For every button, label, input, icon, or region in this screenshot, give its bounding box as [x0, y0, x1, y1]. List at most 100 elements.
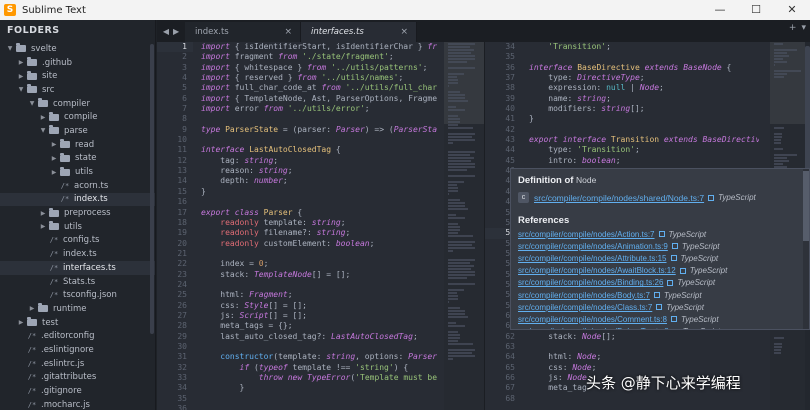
folder-item[interactable]: ▶ utils — [0, 165, 155, 179]
file-item[interactable]: /* index.ts — [0, 247, 155, 261]
file-item[interactable]: /* index.ts — [0, 192, 155, 207]
reference-link[interactable]: src/compiler/compile/nodes/Body.ts:7 — [518, 291, 650, 300]
tab-close-icon[interactable]: × — [400, 27, 408, 37]
code-line[interactable]: stack: TemplateNode[] = []; — [201, 270, 441, 280]
code-line[interactable]: index = 0; — [201, 259, 441, 269]
code-line[interactable]: import { isIdentifierStart, isIdentifier… — [201, 42, 441, 52]
code-line[interactable]: type ParserState = (parser: Parser) => (… — [201, 125, 441, 135]
open-file-icon[interactable] — [658, 231, 665, 238]
reference-link[interactable]: src/compiler/compile/nodes/Attribute.ts:… — [518, 254, 667, 263]
folder-item[interactable]: ▶ test — [0, 316, 155, 330]
code-line[interactable]: type: DirectiveType; — [529, 73, 759, 83]
open-file-icon[interactable] — [656, 304, 663, 311]
minimap[interactable] — [444, 42, 484, 410]
reference-link[interactable]: src/compiler/compile/nodes/Animation.ts:… — [518, 242, 668, 251]
code-line[interactable]: name: string; — [529, 94, 759, 104]
code-line[interactable]: html: Fragment; — [201, 290, 441, 300]
reference-link[interactable]: src/compiler/compile/nodes/Comment.ts:8 — [518, 315, 667, 324]
open-file-icon[interactable] — [653, 292, 660, 299]
code-line[interactable]: if (typeof template !== 'string') { — [201, 363, 441, 373]
open-file-icon[interactable] — [672, 328, 679, 329]
folder-item[interactable]: ▶ compile — [0, 110, 155, 124]
code-line[interactable]: import { TemplateNode, Ast, ParserOption… — [201, 94, 441, 104]
file-item[interactable]: /* .editorconfig — [0, 329, 155, 343]
folder-item[interactable]: ▶ state — [0, 152, 155, 166]
folder-item[interactable]: ▼ parse — [0, 124, 155, 138]
tab-interfaces-ts[interactable]: interfaces.ts × — [301, 22, 417, 42]
file-item[interactable]: /* .gitattributes — [0, 371, 155, 385]
close-button[interactable]: ✕ — [774, 0, 810, 20]
code-line[interactable] — [201, 249, 441, 259]
open-file-icon[interactable] — [670, 316, 677, 323]
code-line[interactable] — [529, 52, 759, 62]
tab-menu-icon[interactable]: ▾ — [801, 23, 806, 33]
file-item[interactable]: /* config.ts — [0, 234, 155, 248]
new-tab-icon[interactable]: + — [789, 23, 797, 33]
tab-prev-icon[interactable]: ◀ — [163, 27, 169, 36]
code-line[interactable]: js: Script[] = []; — [201, 311, 441, 321]
code-line[interactable]: } — [201, 383, 441, 393]
maximize-button[interactable]: ☐ — [738, 0, 774, 20]
code-line[interactable]: readonly template: string; — [201, 218, 441, 228]
scrollbar-thumb[interactable] — [803, 171, 809, 241]
chevron-down-icon[interactable]: ▼ — [6, 45, 14, 52]
code-line[interactable]: html: Node; — [529, 352, 759, 362]
editor-pane-left[interactable]: 1 2 3 4 5 6 7 8 9 10 11 12 13 14 15 16 17 18 19 20 21 22 23 24 2… — [157, 42, 484, 410]
code-line[interactable] — [201, 280, 441, 290]
code-line[interactable] — [201, 197, 441, 207]
chevron-down-icon[interactable]: ▼ — [17, 86, 25, 93]
code-line[interactable]: } — [529, 114, 759, 124]
code-line[interactable]: last_auto_closed_tag?: LastAutoClosedTag… — [201, 332, 441, 342]
code-line[interactable]: } — [201, 187, 441, 197]
chevron-right-icon[interactable]: ▶ — [17, 73, 25, 80]
code-line[interactable]: stack: Node[]; — [529, 332, 759, 342]
chevron-right-icon[interactable]: ▶ — [39, 223, 47, 230]
folder-item[interactable]: ▶ .github — [0, 56, 155, 70]
code-line[interactable]: depth: number; — [201, 176, 441, 186]
code-area[interactable]: import { isIdentifierStart, isIdentifier… — [201, 42, 441, 410]
code-line[interactable] — [529, 342, 759, 352]
code-line[interactable] — [529, 125, 759, 135]
code-line[interactable] — [201, 342, 441, 352]
definition-link[interactable]: src/compiler/compile/nodes/shared/Node.t… — [534, 193, 704, 203]
folder-item[interactable]: ▶ site — [0, 69, 155, 83]
code-line[interactable]: readonly filename?: string; — [201, 228, 441, 238]
code-line[interactable]: throw new TypeError('Template must be — [201, 373, 441, 383]
file-item[interactable]: /* .gitignore — [0, 384, 155, 398]
code-line[interactable]: import { reserved } from '../utils/names… — [201, 73, 441, 83]
code-line[interactable] — [201, 114, 441, 124]
reference-link[interactable]: src/compiler/compile/nodes/AwaitBlock.ts… — [518, 266, 676, 275]
file-item[interactable]: /* .eslintrc.js — [0, 357, 155, 371]
folder-item[interactable]: ▶ preprocess — [0, 206, 155, 220]
code-line[interactable]: interface LastAutoClosedTag { — [201, 145, 441, 155]
minimize-button[interactable]: — — [702, 0, 738, 20]
file-item[interactable]: /* acorn.ts — [0, 179, 155, 193]
chevron-right-icon[interactable]: ▶ — [50, 155, 58, 162]
reference-link[interactable]: src/compiler/compile/nodes/Action.ts:7 — [518, 230, 655, 239]
file-item[interactable]: /* .eslintignore — [0, 343, 155, 357]
folder-item[interactable]: ▶ utils — [0, 220, 155, 234]
open-file-icon[interactable] — [679, 267, 686, 274]
folder-item[interactable]: ▼ compiler — [0, 97, 155, 111]
code-line[interactable]: export class Parser { — [201, 208, 441, 218]
code-line[interactable]: expression: null | Node; — [529, 83, 759, 93]
folder-item[interactable]: ▼ src — [0, 83, 155, 97]
chevron-right-icon[interactable]: ▶ — [50, 169, 58, 176]
code-line[interactable]: export interface Transition extends Base… — [529, 135, 759, 145]
code-line[interactable] — [201, 135, 441, 145]
code-line[interactable]: reason: string; — [201, 166, 441, 176]
open-file-icon[interactable] — [708, 194, 715, 201]
code-line[interactable]: css: Style[] = []; — [201, 301, 441, 311]
chevron-right-icon[interactable]: ▶ — [17, 59, 25, 66]
tab-next-icon[interactable]: ▶ — [173, 27, 179, 36]
code-line[interactable]: modifiers: string[]; — [529, 104, 759, 114]
open-file-icon[interactable] — [667, 279, 674, 286]
chevron-right-icon[interactable]: ▶ — [17, 319, 25, 326]
file-item[interactable]: /* Stats.ts — [0, 275, 155, 289]
code-line[interactable]: interface BaseDirective extends BaseNode… — [529, 63, 759, 73]
code-line[interactable] — [529, 394, 759, 404]
code-line[interactable]: intro: boolean; — [529, 156, 759, 166]
code-line[interactable] — [201, 394, 441, 404]
chevron-down-icon[interactable]: ▼ — [28, 100, 36, 107]
popup-scrollbar[interactable] — [803, 169, 809, 329]
